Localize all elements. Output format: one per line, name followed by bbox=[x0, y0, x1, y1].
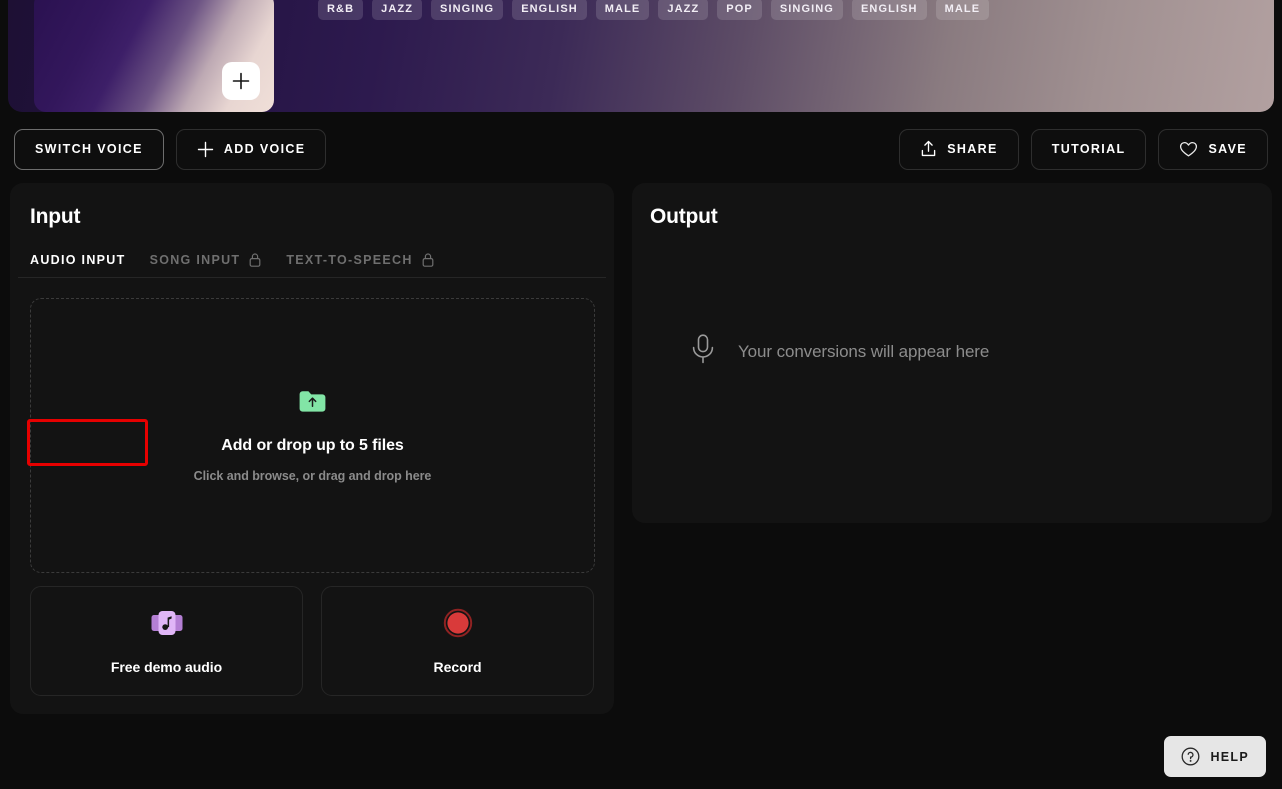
microphone-icon bbox=[688, 333, 718, 370]
toolbar-left-group: SWITCH VOICE ADD VOICE bbox=[14, 129, 326, 170]
plus-icon bbox=[197, 141, 214, 158]
voice-avatar bbox=[34, 0, 274, 112]
save-button[interactable]: SAVE bbox=[1158, 129, 1268, 170]
record-card[interactable]: Record bbox=[321, 586, 594, 696]
plus-icon bbox=[232, 72, 250, 90]
share-upload-icon bbox=[920, 140, 937, 158]
help-widget-button[interactable]: HELP bbox=[1164, 736, 1266, 777]
share-button[interactable]: SHARE bbox=[899, 129, 1019, 170]
tab-song-input[interactable]: SONG INPUT bbox=[138, 243, 275, 277]
tutorial-label: TUTORIAL bbox=[1052, 142, 1126, 156]
dropzone-subtitle: Click and browse, or drag and drop here bbox=[194, 469, 432, 483]
voice-tag-list: R&B JAZZ SINGING ENGLISH MALE JAZZ POP S… bbox=[318, 0, 1248, 20]
input-panel-title: Input bbox=[30, 205, 80, 229]
toolbar-right-group: SHARE TUTORIAL SAVE bbox=[899, 129, 1268, 170]
input-tabs: AUDIO INPUT SONG INPUT TEXT-TO-SPEECH bbox=[18, 243, 606, 278]
tab-song-input-label: SONG INPUT bbox=[150, 253, 241, 267]
app-root: R&B JAZZ SINGING ENGLISH MALE JAZZ POP S… bbox=[0, 0, 1282, 789]
record-circle-icon bbox=[443, 608, 473, 643]
voice-tag: SINGING bbox=[771, 0, 843, 20]
share-label: SHARE bbox=[947, 142, 998, 156]
output-panel: Output Your conversions will appear here bbox=[632, 183, 1272, 523]
input-action-cards: Free demo audio Record bbox=[30, 586, 595, 696]
save-label: SAVE bbox=[1208, 142, 1247, 156]
output-empty-state: Your conversions will appear here bbox=[688, 333, 989, 370]
add-voice-button[interactable]: ADD VOICE bbox=[176, 129, 327, 170]
switch-voice-label: SWITCH VOICE bbox=[35, 142, 143, 156]
tab-audio-input-label: AUDIO INPUT bbox=[30, 253, 126, 267]
tab-audio-input[interactable]: AUDIO INPUT bbox=[18, 243, 138, 277]
voice-tag: POP bbox=[717, 0, 762, 20]
output-empty-text: Your conversions will appear here bbox=[738, 342, 989, 362]
tab-text-to-speech-label: TEXT-TO-SPEECH bbox=[286, 253, 412, 267]
voice-tag: MALE bbox=[596, 0, 650, 20]
input-panel: Input AUDIO INPUT SONG INPUT TEXT-TO-SPE… bbox=[10, 183, 614, 714]
voice-tag: ENGLISH bbox=[512, 0, 587, 20]
heart-icon bbox=[1179, 141, 1198, 158]
voice-tag: MALE bbox=[936, 0, 990, 20]
add-voice-label: ADD VOICE bbox=[224, 142, 306, 156]
folder-upload-icon bbox=[298, 389, 327, 419]
action-toolbar: SWITCH VOICE ADD VOICE SHARE TUTORIAL bbox=[0, 128, 1282, 170]
tab-text-to-speech[interactable]: TEXT-TO-SPEECH bbox=[274, 243, 446, 277]
free-demo-audio-card[interactable]: Free demo audio bbox=[30, 586, 303, 696]
workspace: Input AUDIO INPUT SONG INPUT TEXT-TO-SPE… bbox=[10, 183, 1272, 714]
free-demo-audio-label: Free demo audio bbox=[111, 659, 222, 675]
voice-tag: JAZZ bbox=[372, 0, 422, 20]
dropzone-title: Add or drop up to 5 files bbox=[221, 437, 403, 455]
voice-tag: JAZZ bbox=[658, 0, 708, 20]
record-label: Record bbox=[434, 659, 482, 675]
lock-icon bbox=[248, 252, 262, 268]
music-note-card-icon bbox=[150, 608, 184, 643]
voice-tag: R&B bbox=[318, 0, 363, 20]
voice-tag: SINGING bbox=[431, 0, 503, 20]
file-dropzone[interactable]: Add or drop up to 5 files Click and brow… bbox=[30, 298, 595, 573]
avatar-add-button[interactable] bbox=[222, 62, 260, 100]
question-circle-icon bbox=[1181, 747, 1200, 766]
tutorial-button[interactable]: TUTORIAL bbox=[1031, 129, 1147, 170]
lock-icon bbox=[421, 252, 435, 268]
switch-voice-button[interactable]: SWITCH VOICE bbox=[14, 129, 164, 170]
output-panel-title: Output bbox=[650, 205, 718, 229]
voice-hero-banner: R&B JAZZ SINGING ENGLISH MALE JAZZ POP S… bbox=[8, 0, 1274, 112]
help-label: HELP bbox=[1210, 750, 1249, 764]
voice-tag: ENGLISH bbox=[852, 0, 927, 20]
